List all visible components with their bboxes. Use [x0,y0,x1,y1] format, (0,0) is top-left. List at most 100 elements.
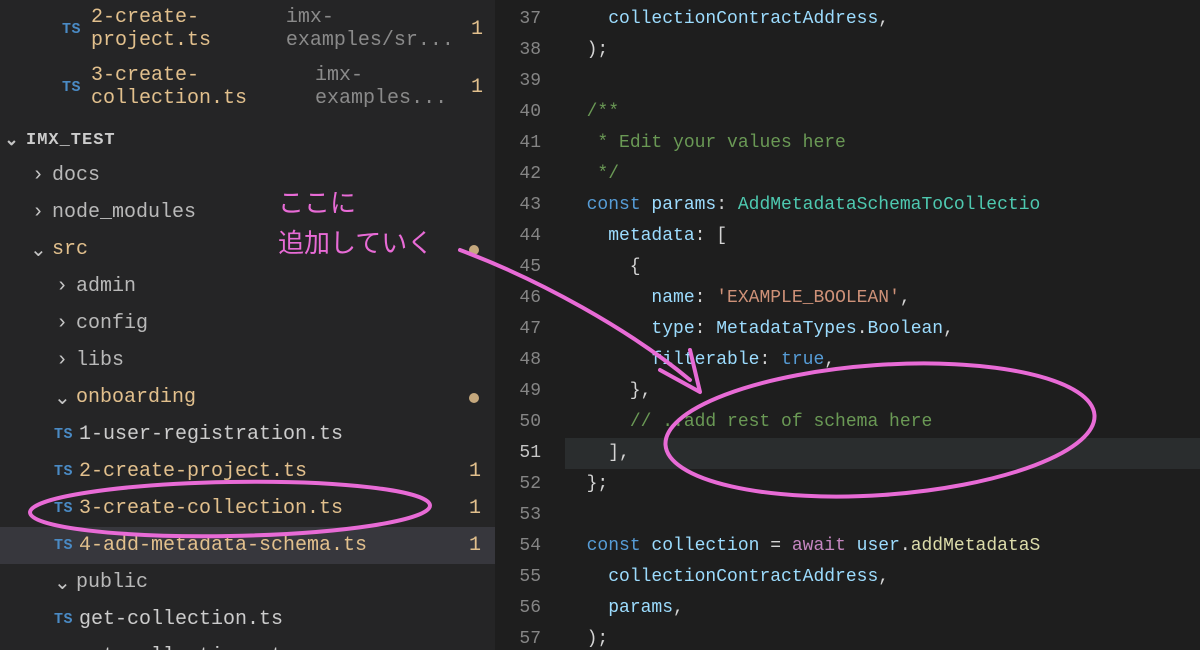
code-line[interactable]: */ [565,159,1200,190]
folder-onboarding[interactable]: ⌄ onboarding [0,379,495,416]
chevron-down-icon: ⌄ [30,237,46,263]
file-label: get-collection.ts [79,608,283,631]
code-line[interactable]: ); [565,624,1200,650]
ts-icon: TS [54,611,73,628]
chevron-right-icon: › [54,349,70,372]
chevron-right-icon: › [54,275,70,298]
open-editor-path: imx-examples/sr... [286,6,461,52]
file-1-user-registration[interactable]: TS 1-user-registration.ts [0,416,495,453]
code-line[interactable]: ], [565,438,1200,469]
ts-icon: TS [62,79,81,96]
file-get-collection[interactable]: TS get-collection.ts [0,601,495,638]
folder-label: onboarding [76,386,196,409]
line-number: 42 [495,159,565,190]
problem-count: 1 [469,497,495,520]
line-number: 37 [495,4,565,35]
folder-label: docs [52,164,100,187]
file-2-create-project[interactable]: TS 2-create-project.ts 1 [0,453,495,490]
code-line[interactable]: const collection = await user.addMetadat… [565,531,1200,562]
line-number: 47 [495,314,565,345]
chevron-down-icon: ⌄ [54,570,70,596]
code-line[interactable]: }; [565,469,1200,500]
line-number: 40 [495,97,565,128]
code-line[interactable]: name: 'EXAMPLE_BOOLEAN', [565,283,1200,314]
line-number-gutter: 3738394041424344454647484950515253545556… [495,0,565,650]
line-number: 54 [495,531,565,562]
open-editor-item[interactable]: TS 3-create-collection.ts imx-examples..… [0,58,495,116]
chevron-down-icon: ⌄ [4,130,20,151]
code-line[interactable] [565,66,1200,97]
file-label: 4-add-metadata-schema.ts [79,534,367,557]
code-line[interactable] [565,500,1200,531]
line-number: 45 [495,252,565,283]
code-area[interactable]: collectionContractAddress, ); /** * Edit… [565,0,1200,650]
folder-label: config [76,312,148,335]
ts-icon: TS [54,537,73,554]
line-number: 46 [495,283,565,314]
line-number: 48 [495,345,565,376]
problem-count: 1 [469,534,495,557]
line-number: 50 [495,407,565,438]
line-number: 53 [495,500,565,531]
file-label: 2-create-project.ts [79,460,307,483]
line-number: 57 [495,624,565,650]
file-get-collections[interactable]: TS get-collections.ts [0,638,495,650]
line-number: 41 [495,128,565,159]
folder-docs[interactable]: › docs [0,157,495,194]
explorer-root-name: IMX_TEST [26,131,116,150]
file-label: 3-create-collection.ts [79,497,343,520]
open-editor-item[interactable]: TS 2-create-project.ts imx-examples/sr..… [0,0,495,58]
folder-label: src [52,238,88,261]
folder-libs[interactable]: › libs [0,342,495,379]
folder-config[interactable]: › config [0,305,495,342]
code-line[interactable]: /** [565,97,1200,128]
file-label: 1-user-registration.ts [79,423,343,446]
explorer-section-header[interactable]: ⌄ IMX_TEST [0,124,495,157]
code-line[interactable]: collectionContractAddress, [565,4,1200,35]
file-4-add-metadata-schema[interactable]: TS 4-add-metadata-schema.ts 1 [0,527,495,564]
code-line[interactable]: metadata: [ [565,221,1200,252]
line-number: 55 [495,562,565,593]
ts-icon: TS [54,426,73,443]
line-number: 43 [495,190,565,221]
sidebar: TS 2-create-project.ts imx-examples/sr..… [0,0,495,650]
file-label: get-collections.ts [79,645,295,650]
folder-label: admin [76,275,136,298]
line-number: 52 [495,469,565,500]
open-editor-problem-count: 1 [471,76,495,99]
code-line[interactable]: const params: AddMetadataSchemaToCollect… [565,190,1200,221]
ts-icon: TS [54,463,73,480]
open-editor-path: imx-examples... [315,64,461,110]
file-tree: › docs › node_modules ⌄ src › admin › co… [0,157,495,650]
code-line[interactable]: // ..add rest of schema here [565,407,1200,438]
code-line[interactable]: params, [565,593,1200,624]
line-number: 44 [495,221,565,252]
line-number: 38 [495,35,565,66]
folder-label: node_modules [52,201,196,224]
ts-icon: TS [62,21,81,38]
chevron-right-icon: › [30,164,46,187]
open-editor-filename: 3-create-collection.ts [91,64,305,110]
folder-src[interactable]: ⌄ src [0,231,495,268]
line-number: 51 [495,438,565,469]
code-line[interactable]: ); [565,35,1200,66]
chevron-right-icon: › [30,201,46,224]
chevron-right-icon: › [54,312,70,335]
editor-pane: 3738394041424344454647484950515253545556… [495,0,1200,650]
folder-label: public [76,571,148,594]
line-number: 56 [495,593,565,624]
file-3-create-collection[interactable]: TS 3-create-collection.ts 1 [0,490,495,527]
code-line[interactable]: collectionContractAddress, [565,562,1200,593]
open-editor-filename: 2-create-project.ts [91,6,276,52]
folder-admin[interactable]: › admin [0,268,495,305]
code-line[interactable]: }, [565,376,1200,407]
folder-label: libs [76,349,124,372]
chevron-down-icon: ⌄ [54,385,70,411]
code-line[interactable]: * Edit your values here [565,128,1200,159]
code-line[interactable]: type: MetadataTypes.Boolean, [565,314,1200,345]
code-line[interactable]: { [565,252,1200,283]
line-number: 39 [495,66,565,97]
folder-node-modules[interactable]: › node_modules [0,194,495,231]
folder-public[interactable]: ⌄ public [0,564,495,601]
code-line[interactable]: filterable: true, [565,345,1200,376]
